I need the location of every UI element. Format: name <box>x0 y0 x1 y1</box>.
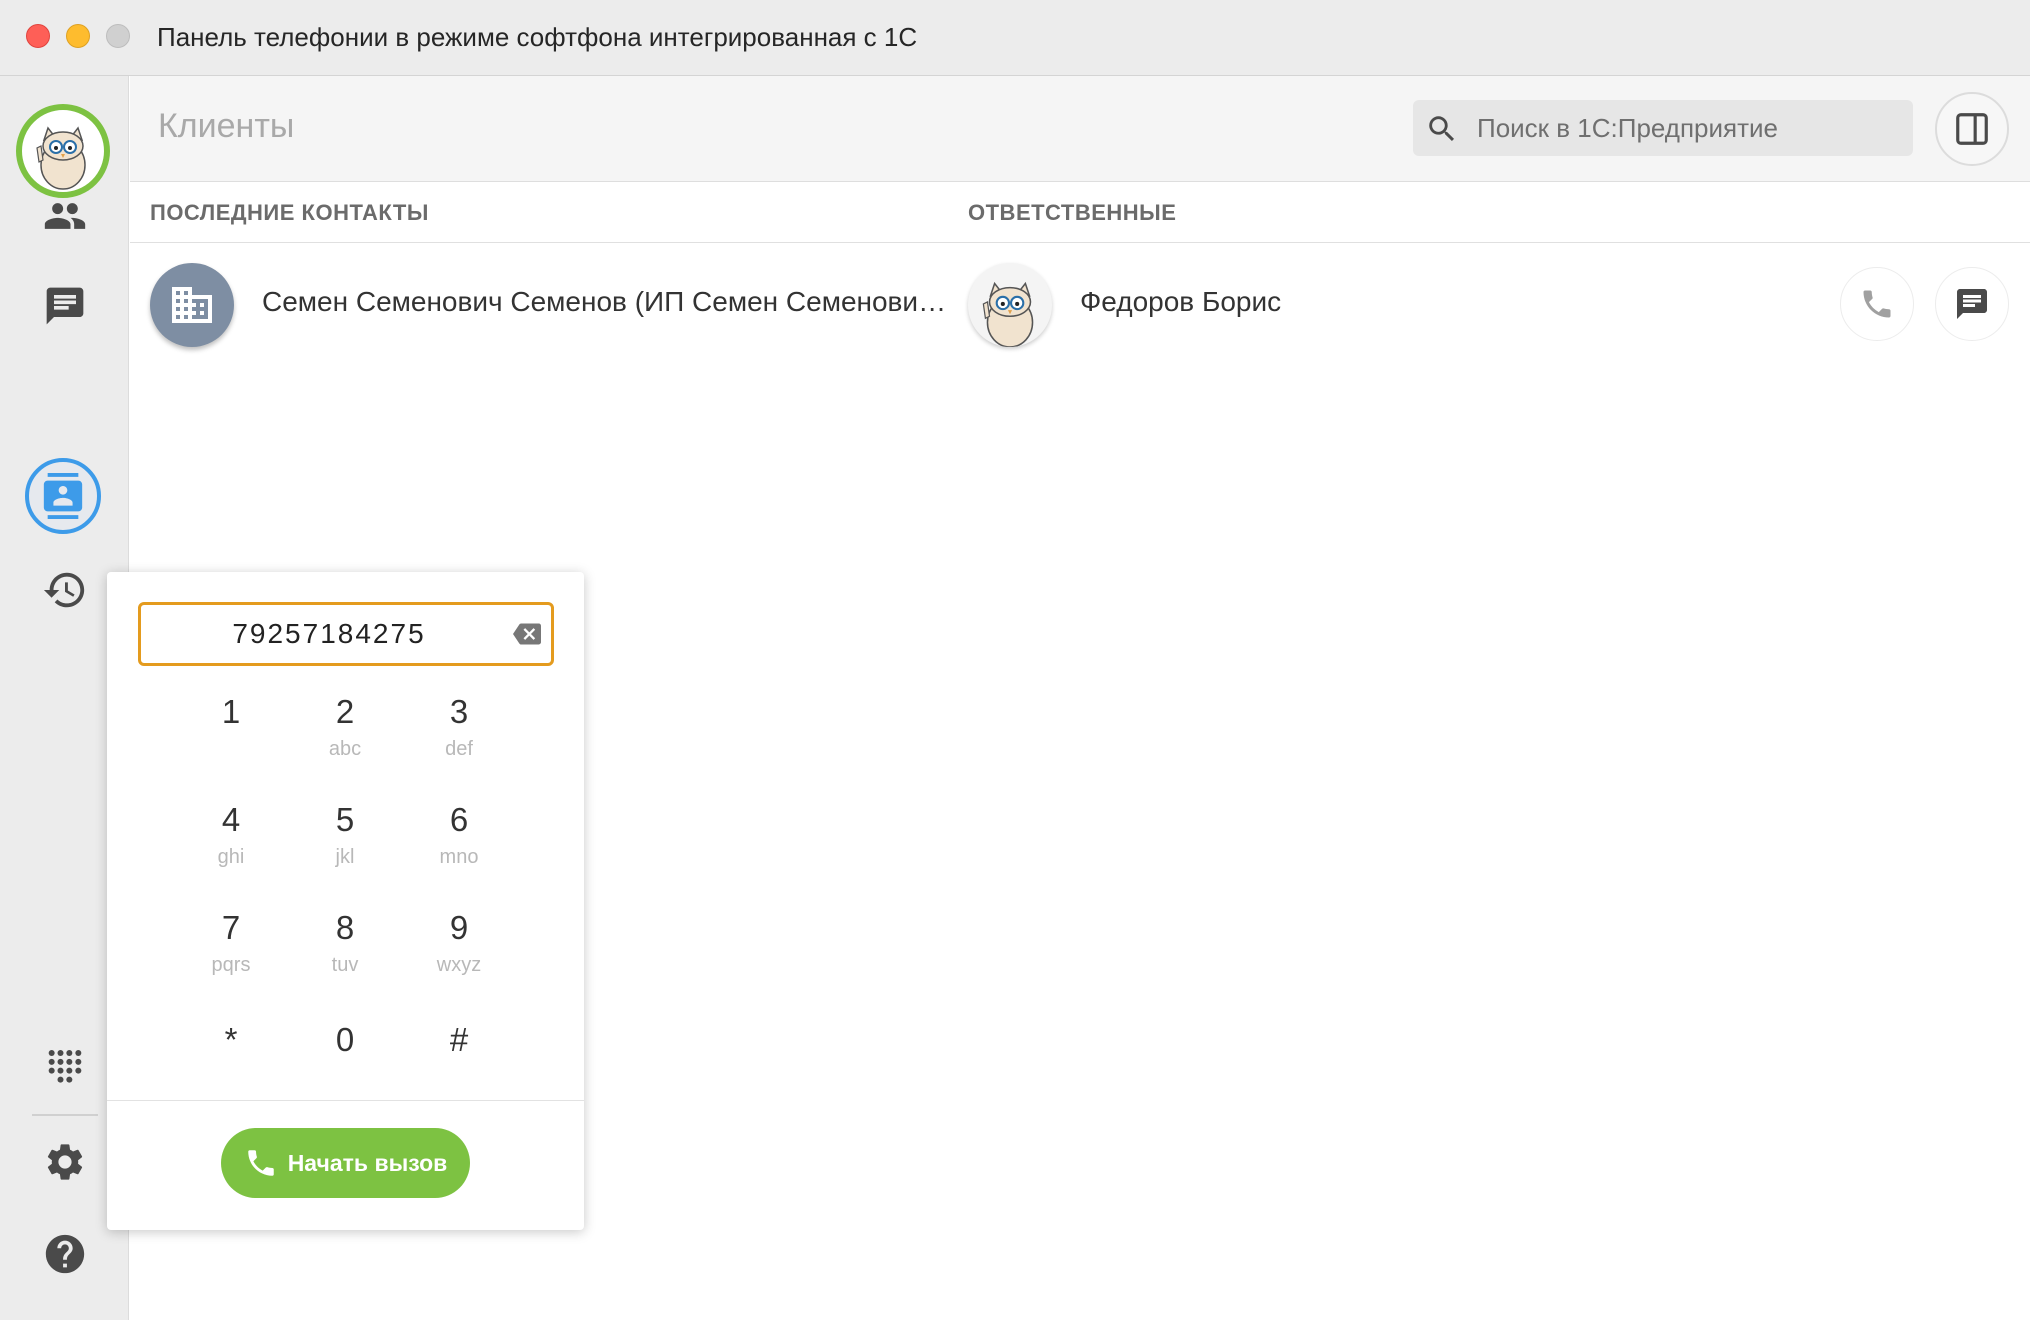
column-header-recent-contacts: ПОСЛЕДНИЕ КОНТАКТЫ <box>150 200 429 225</box>
client-name[interactable]: Семен Семенович Семенов (ИП Семен Семено… <box>262 285 952 319</box>
dial-key-7[interactable]: 7 pqrs <box>181 900 281 996</box>
search-input[interactable] <box>1477 100 1897 156</box>
app-window: Панель телефонии в режиме софтфона интег… <box>0 0 2030 1320</box>
help-icon <box>45 1234 85 1274</box>
phone-icon <box>1863 290 1891 318</box>
sidebar-item-clients[interactable] <box>25 458 101 534</box>
column-header-responsible: ОТВЕТСТВЕННЫЕ <box>968 200 1177 225</box>
chat-icon <box>1957 289 1987 319</box>
owl-avatar-icon <box>982 281 1034 347</box>
dial-key-8[interactable]: 8 tuv <box>295 900 395 996</box>
dial-key-1[interactable]: 1 <box>181 684 281 780</box>
search-icon <box>1425 112 1459 151</box>
sidebar-divider <box>32 1114 98 1116</box>
start-call-label: Начать вызов <box>287 1149 448 1176</box>
dialpad-popup: 1 2abc 3def 4ghi 5jkl 6mno 7pqrs 8tuv 9w… <box>107 572 584 1230</box>
sidebar-item-settings[interactable] <box>25 1122 105 1202</box>
list-item[interactable]: Семен Семенович Семенов (ИП Семен Семено… <box>130 243 2030 363</box>
dial-key-9[interactable]: 9 wxyz <box>409 900 509 996</box>
contacts-icon <box>43 473 83 519</box>
gear-icon <box>47 1144 83 1180</box>
window-title: Панель телефонии в режиме софтфона интег… <box>157 22 918 52</box>
zoom-window-button[interactable] <box>106 24 130 48</box>
dial-key-3[interactable]: 3 def <box>409 684 509 780</box>
responsible-name: Федоров Борис <box>1080 286 1282 317</box>
title-bar: Панель телефонии в режиме софтфона интег… <box>0 0 2030 76</box>
sidebar-item-dialpad[interactable] <box>25 1028 105 1108</box>
call-contact-button[interactable] <box>1840 267 1914 341</box>
close-window-button[interactable] <box>26 24 50 48</box>
responsible-avatar <box>968 263 1052 347</box>
phone-number-field[interactable] <box>138 602 557 666</box>
chat-icon <box>46 287 84 325</box>
search-box[interactable] <box>1413 100 1913 156</box>
message-contact-button[interactable] <box>1935 267 2009 341</box>
phone-icon <box>247 1150 274 1176</box>
dial-key-2[interactable]: 2 abc <box>295 684 395 780</box>
dial-key-4[interactable]: 4 ghi <box>181 792 281 888</box>
page-title: Клиенты <box>158 107 295 145</box>
people-icon <box>44 203 86 229</box>
dial-key-star[interactable]: * <box>181 1012 281 1108</box>
minimize-window-button[interactable] <box>66 24 90 48</box>
sidebar-item-help[interactable] <box>25 1214 105 1294</box>
sidebar-item-colleagues[interactable] <box>25 176 105 256</box>
phone-number-input[interactable] <box>141 605 557 663</box>
history-icon <box>43 572 85 608</box>
dial-key-6[interactable]: 6 mno <box>409 792 509 888</box>
start-call-button[interactable]: Начать вызов <box>221 1128 470 1198</box>
dialpad-divider <box>107 1100 584 1101</box>
client-avatar <box>150 263 234 347</box>
dial-key-5[interactable]: 5 jkl <box>295 792 395 888</box>
sidebar-item-history[interactable] <box>25 550 105 630</box>
building-icon <box>172 287 212 323</box>
panel-toggle-button[interactable] <box>1935 92 2009 166</box>
side-panel-icon <box>1956 113 1988 145</box>
page-header: Клиенты <box>130 76 2030 182</box>
dialpad-icon <box>48 1050 82 1083</box>
backspace-icon[interactable] <box>513 623 541 650</box>
dial-key-0[interactable]: 0 <box>295 1012 395 1108</box>
dial-key-hash[interactable]: # <box>409 1012 509 1108</box>
sidebar-item-chats[interactable] <box>25 266 105 346</box>
